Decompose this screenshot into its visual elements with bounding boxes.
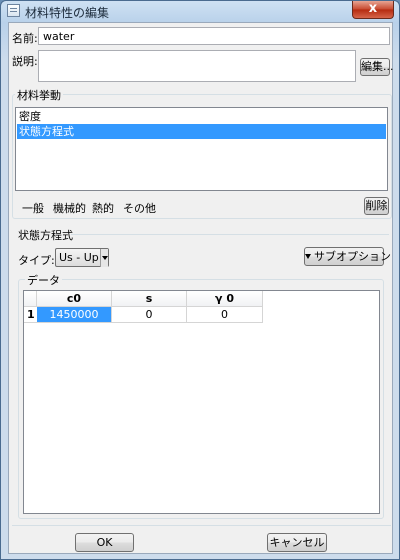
data-table[interactable]: c0 s γ 0 1 1450000 0 0 <box>23 290 380 514</box>
list-item-density[interactable]: 密度 <box>17 109 386 124</box>
eos-section-title: 状態方程式 <box>18 229 73 242</box>
window-title: 材料特性の編集 <box>25 6 110 20</box>
list-item-eos[interactable]: 状態方程式 <box>17 124 386 139</box>
ok-button-label: OK <box>96 536 113 549</box>
data-group-title: データ <box>25 272 62 288</box>
material-behavior-title: 材料挙動 <box>15 87 63 103</box>
column-header-s[interactable]: s <box>112 291 187 307</box>
close-icon: x <box>368 1 378 16</box>
cancel-button[interactable]: キャンセル <box>267 533 327 552</box>
dialog-window: 材料特性の編集 x 名前: water 説明: 編集... 材料挙動 密度 状態… <box>0 0 400 560</box>
dropdown-arrow-icon <box>305 254 311 259</box>
column-header-gamma0[interactable]: γ 0 <box>187 291 263 307</box>
name-input[interactable]: water <box>38 27 390 45</box>
cancel-button-label: キャンセル <box>269 536 325 549</box>
dialog-client-area: 名前: water 説明: 編集... 材料挙動 密度 状態方程式 一般 機械的… <box>8 22 394 554</box>
window-icon <box>7 4 20 17</box>
row-header[interactable]: 1 <box>24 307 37 323</box>
delete-button[interactable]: 削除 <box>364 197 389 215</box>
ok-button[interactable]: OK <box>75 533 134 552</box>
name-label: 名前: <box>12 32 38 45</box>
table-cell-s[interactable]: 0 <box>112 307 187 323</box>
behavior-menu-bar: 一般 機械的 熱的 その他 <box>22 200 252 216</box>
footer-divider <box>12 525 391 526</box>
type-select-value: Us - Up <box>59 251 99 264</box>
menu-thermal[interactable]: 熱的 <box>92 200 114 216</box>
table-cell-c0[interactable]: 1450000 <box>37 307 112 323</box>
suboptions-button[interactable]: サブオプション <box>304 247 391 266</box>
edit-description-button-label: 編集... <box>361 60 394 73</box>
list-item-label: 密度 <box>19 110 41 123</box>
description-label: 説明: <box>12 55 38 68</box>
chevron-down-icon <box>100 249 108 267</box>
description-input[interactable] <box>38 50 356 82</box>
delete-button-label: 削除 <box>365 199 388 212</box>
list-item-label: 状態方程式 <box>19 125 74 138</box>
close-button[interactable]: x <box>352 1 394 19</box>
name-input-value: water <box>43 30 75 43</box>
suboptions-button-label: サブオプション <box>314 250 391 263</box>
column-header-c0[interactable]: c0 <box>37 291 112 307</box>
material-behavior-list[interactable]: 密度 状態方程式 <box>15 107 388 191</box>
type-select[interactable]: Us - Up <box>55 248 109 267</box>
menu-general[interactable]: 一般 <box>22 200 44 216</box>
table-cell-gamma0[interactable]: 0 <box>187 307 263 323</box>
menu-mechanical[interactable]: 機械的 <box>53 200 86 216</box>
table-corner <box>24 291 37 307</box>
eos-section-divider <box>71 234 389 235</box>
type-label: タイプ: <box>18 254 55 267</box>
title-bar[interactable]: 材料特性の編集 x <box>1 1 399 21</box>
edit-description-button[interactable]: 編集... <box>360 58 394 76</box>
menu-other[interactable]: その他 <box>123 200 156 216</box>
